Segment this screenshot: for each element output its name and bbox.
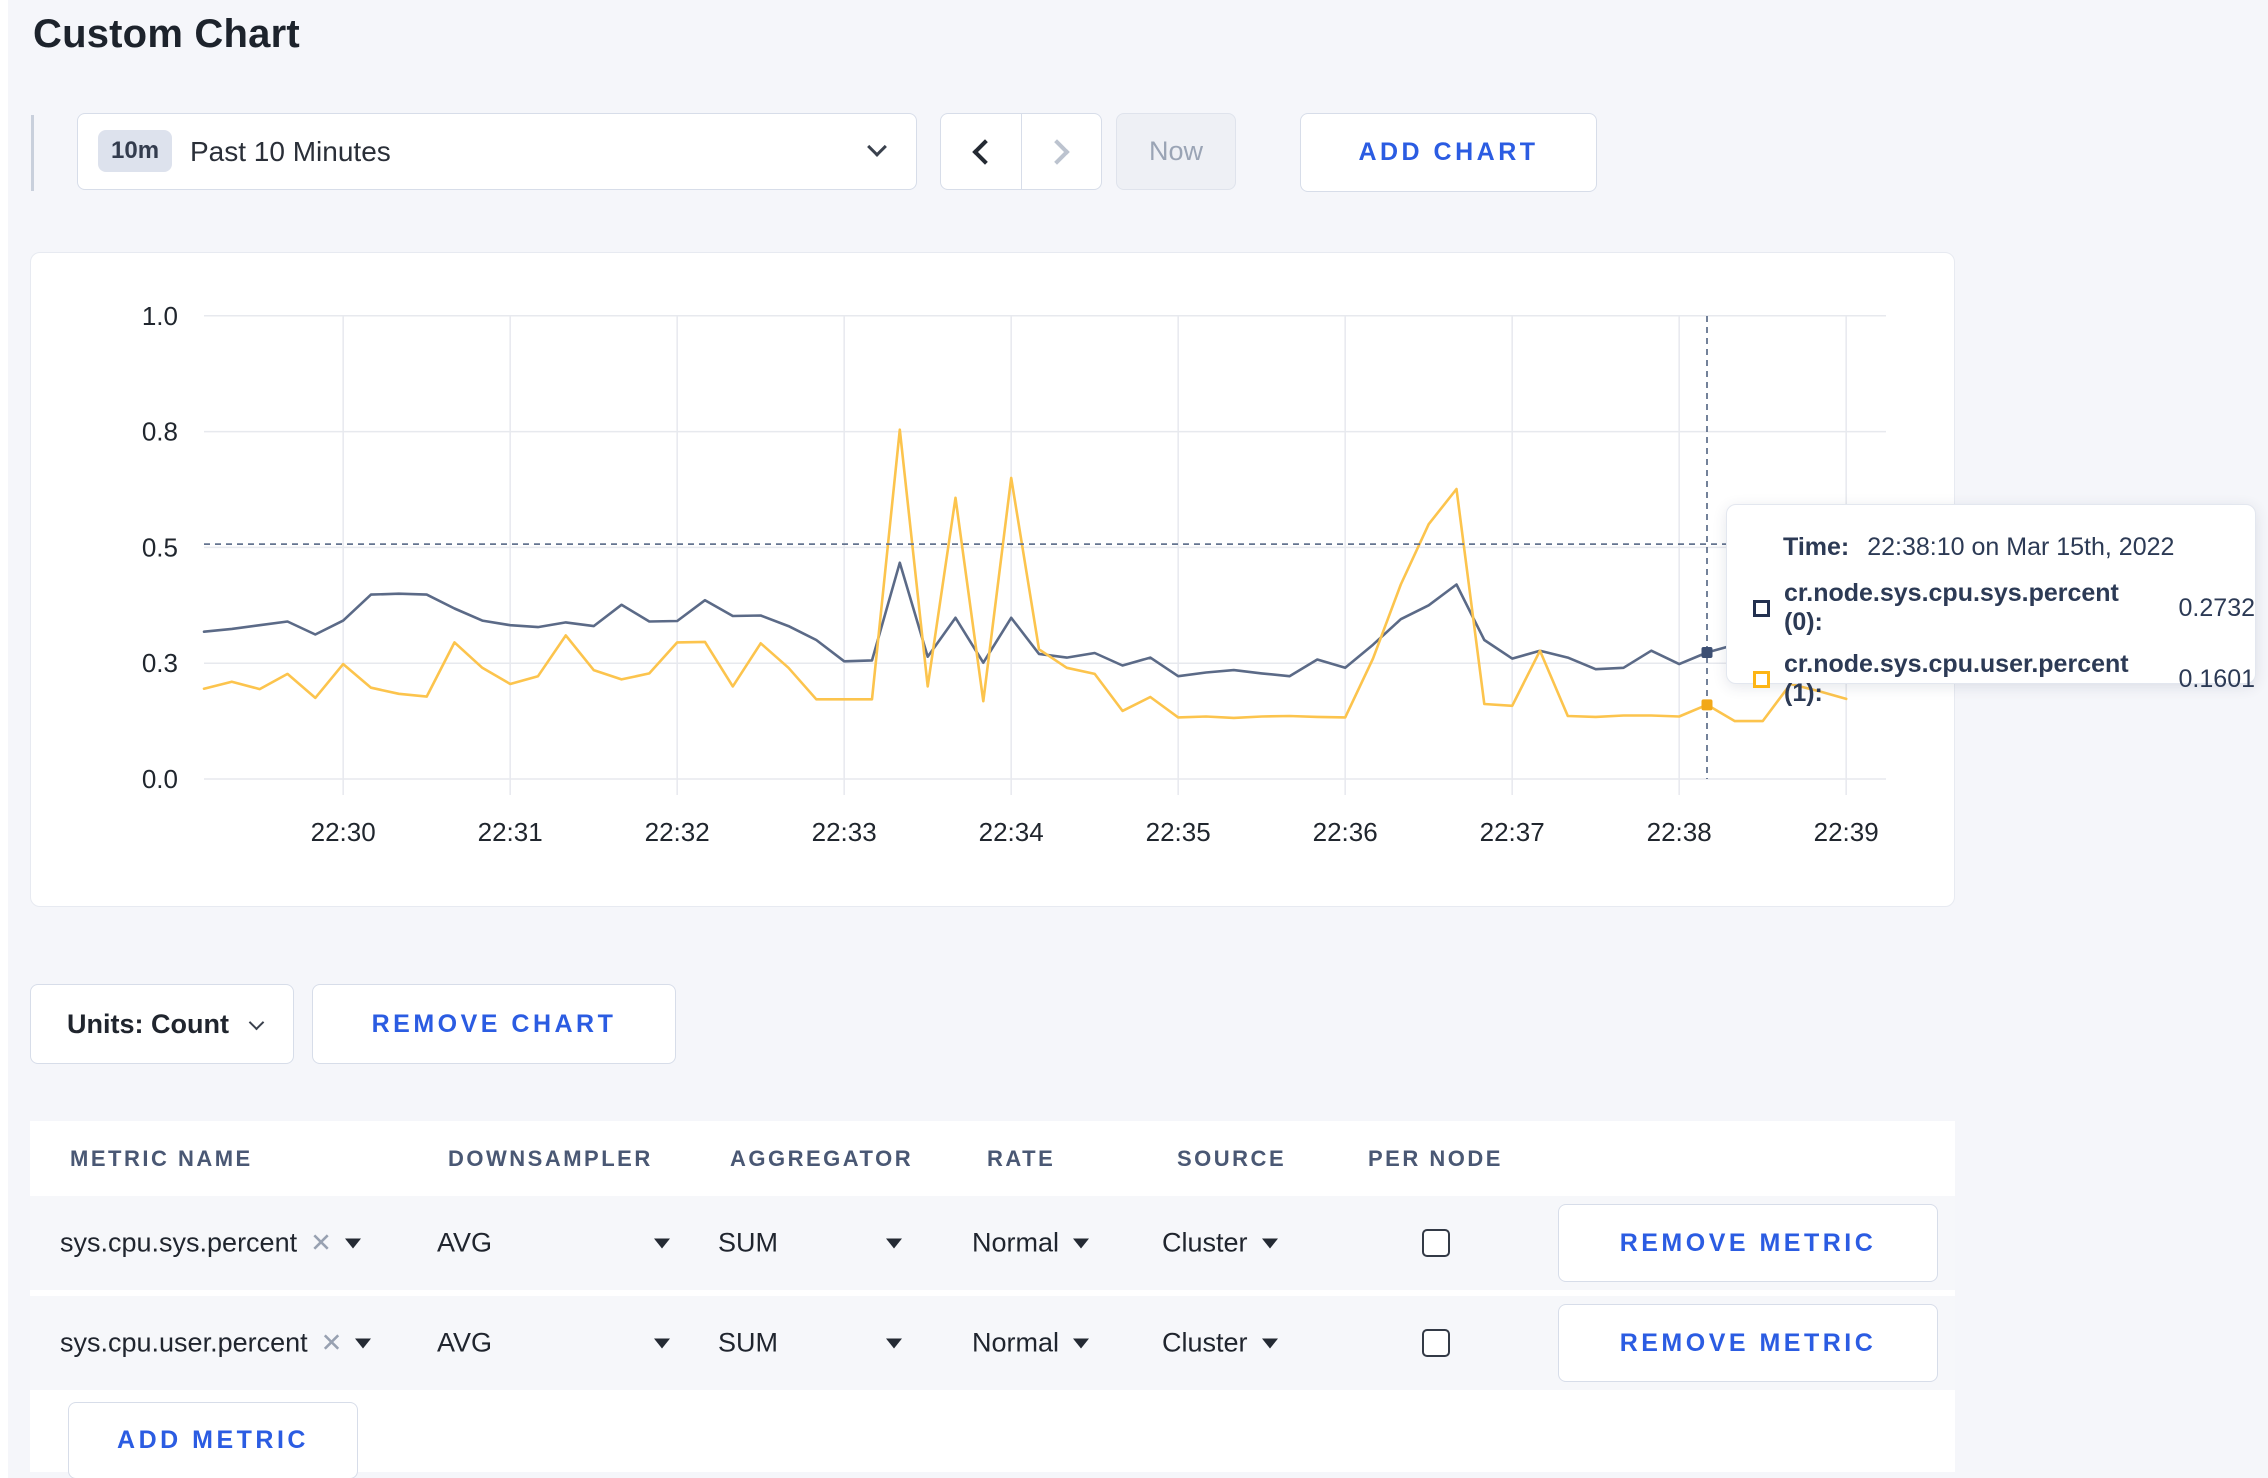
- tooltip-series-row: cr.node.sys.cpu.user.percent (1): 0.1601: [1753, 650, 2255, 708]
- remove-metric-button[interactable]: REMOVE METRIC: [1558, 1204, 1938, 1282]
- source-value: Cluster: [1162, 1327, 1248, 1358]
- rate-select[interactable]: Normal: [972, 1327, 1090, 1359]
- svg-text:22:38: 22:38: [1647, 817, 1712, 847]
- next-range-button[interactable]: [1020, 114, 1102, 189]
- chevron-down-icon: [248, 1014, 265, 1030]
- tooltip-time: Time: 22:38:10 on Mar 15th, 2022: [1783, 533, 2255, 562]
- remove-chart-button[interactable]: REMOVE CHART: [312, 984, 676, 1064]
- units-label: Units: Count: [67, 1008, 229, 1039]
- add-chart-button[interactable]: ADD CHART: [1300, 113, 1597, 192]
- add-metric-button[interactable]: ADD METRIC: [68, 1402, 358, 1478]
- svg-text:22:33: 22:33: [812, 817, 877, 847]
- chevron-right-icon: [1044, 138, 1070, 165]
- clear-metric-icon[interactable]: ✕: [310, 1228, 332, 1259]
- chevron-left-icon: [972, 138, 998, 165]
- svg-text:0.0: 0.0: [142, 764, 178, 794]
- col-header-downsampler: DOWNSAMPLER: [448, 1145, 653, 1171]
- col-header-source: SOURCE: [1177, 1145, 1287, 1171]
- svg-text:22:37: 22:37: [1480, 817, 1545, 847]
- caret-down-icon: [1073, 1338, 1090, 1348]
- time-pager: [940, 113, 1102, 190]
- metric-name-select[interactable]: sys.cpu.user.percent ✕: [60, 1327, 372, 1359]
- svg-text:22:39: 22:39: [1814, 817, 1879, 847]
- units-select[interactable]: Units: Count: [30, 984, 294, 1064]
- now-button[interactable]: Now: [1116, 113, 1236, 190]
- svg-text:22:30: 22:30: [311, 817, 376, 847]
- svg-text:22:34: 22:34: [979, 817, 1044, 847]
- rate-select[interactable]: Normal: [972, 1227, 1090, 1259]
- user-series-swatch-icon: [1753, 670, 1770, 688]
- tooltip-series-value: 0.2732: [2178, 593, 2255, 622]
- remove-metric-button[interactable]: REMOVE METRIC: [1558, 1304, 1938, 1382]
- caret-down-icon: [886, 1238, 902, 1248]
- aggregator-select[interactable]: SUM: [718, 1328, 902, 1359]
- chevron-down-icon: [867, 137, 887, 157]
- tooltip-series-name: cr.node.sys.cpu.user.percent (1):: [1784, 650, 2129, 707]
- metrics-table-header: METRIC NAME DOWNSAMPLER AGGREGATOR RATE …: [30, 1121, 1955, 1196]
- metrics-table: METRIC NAME DOWNSAMPLER AGGREGATOR RATE …: [30, 1121, 1955, 1478]
- downsampler-value: AVG: [437, 1327, 493, 1358]
- source-select[interactable]: Cluster: [1162, 1228, 1278, 1259]
- metric-name-label: sys.cpu.user.percent: [60, 1327, 308, 1358]
- caret-down-icon: [1261, 1338, 1278, 1348]
- tooltip-time-label: Time:: [1783, 533, 1850, 561]
- downsampler-select[interactable]: AVG: [437, 1328, 670, 1359]
- svg-text:0.3: 0.3: [142, 648, 178, 678]
- per-node-checkbox[interactable]: [1422, 1229, 1450, 1257]
- caret-down-icon: [1261, 1238, 1278, 1248]
- svg-text:22:36: 22:36: [1313, 817, 1378, 847]
- col-header-metric-name: METRIC NAME: [70, 1145, 253, 1171]
- prev-range-button[interactable]: [941, 114, 1021, 189]
- sys-series-swatch-icon: [1753, 599, 1770, 617]
- tooltip-series-value: 0.1601: [2178, 664, 2255, 693]
- caret-down-icon: [886, 1338, 902, 1348]
- aggregator-value: SUM: [718, 1227, 778, 1258]
- svg-text:0.8: 0.8: [142, 417, 178, 447]
- aggregator-value: SUM: [718, 1327, 778, 1358]
- downsampler-value: AVG: [437, 1227, 493, 1258]
- col-header-rate: RATE: [987, 1145, 1056, 1171]
- col-header-aggregator: AGGREGATOR: [730, 1145, 914, 1171]
- chart-canvas[interactable]: 0.0 0.3 0.5 0.8 1.0 22:30 22:31 22:32 22:33 22:34…: [31, 253, 1956, 908]
- caret-down-icon: [1073, 1238, 1090, 1248]
- time-range-select[interactable]: 10m Past 10 Minutes: [77, 113, 917, 190]
- caret-down-icon: [654, 1238, 670, 1248]
- tooltip-time-value: 22:38:10 on Mar 15th, 2022: [1867, 533, 2175, 561]
- clear-metric-icon[interactable]: ✕: [321, 1328, 343, 1359]
- metric-row: sys.cpu.sys.percent ✕ AVG SUM Normal Clu…: [30, 1196, 1955, 1290]
- svg-text:22:32: 22:32: [645, 817, 710, 847]
- metric-name-select[interactable]: sys.cpu.sys.percent ✕: [60, 1228, 361, 1259]
- time-range-badge: 10m: [98, 130, 173, 172]
- chart-tooltip: Time: 22:38:10 on Mar 15th, 2022 cr.node.…: [1726, 504, 2256, 707]
- chart-card: 0.0 0.3 0.5 0.8 1.0 22:30 22:31 22:32 22:33 22:34…: [30, 252, 2256, 908]
- col-header-per-node: PER NODE: [1368, 1145, 1503, 1171]
- svg-text:0.5: 0.5: [142, 532, 178, 562]
- rate-value: Normal: [972, 1227, 1060, 1258]
- caret-down-icon: [344, 1238, 361, 1248]
- svg-text:22:35: 22:35: [1146, 817, 1211, 847]
- tooltip-series-row: cr.node.sys.cpu.sys.percent (0): 0.2732: [1753, 579, 2255, 637]
- left-gutter: [0, 0, 8, 1478]
- rate-value: Normal: [972, 1327, 1060, 1358]
- source-value: Cluster: [1162, 1227, 1248, 1258]
- toolbar-divider: [31, 115, 34, 191]
- aggregator-select[interactable]: SUM: [718, 1228, 902, 1259]
- time-range-label: Past 10 Minutes: [190, 135, 391, 167]
- svg-text:22:31: 22:31: [478, 817, 543, 847]
- caret-down-icon: [654, 1338, 670, 1348]
- downsampler-select[interactable]: AVG: [437, 1228, 670, 1259]
- metric-name-label: sys.cpu.sys.percent: [60, 1227, 298, 1258]
- metric-row: sys.cpu.user.percent ✕ AVG SUM Normal Cl…: [30, 1296, 1955, 1390]
- per-node-checkbox[interactable]: [1422, 1329, 1450, 1357]
- page-title: Custom Chart: [33, 12, 300, 56]
- source-select[interactable]: Cluster: [1162, 1328, 1278, 1359]
- caret-down-icon: [355, 1338, 372, 1348]
- tooltip-series-name: cr.node.sys.cpu.sys.percent (0):: [1784, 579, 2119, 636]
- svg-text:1.0: 1.0: [142, 301, 178, 331]
